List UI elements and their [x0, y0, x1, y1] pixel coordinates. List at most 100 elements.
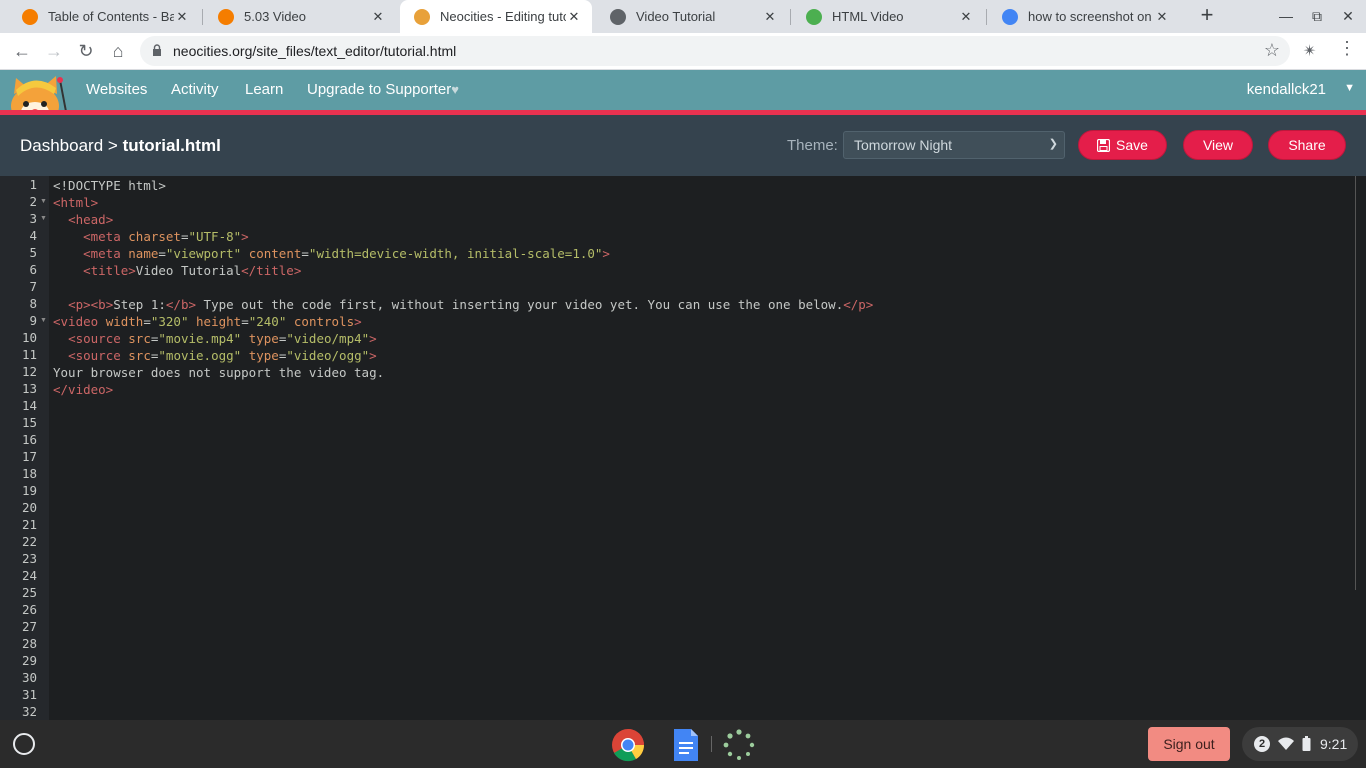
line-number: 31: [21, 687, 37, 702]
fold-arrow-icon[interactable]: ▼: [40, 215, 47, 222]
restore-icon[interactable]: ⧉: [1307, 6, 1327, 26]
heart-icon: ♥: [451, 82, 459, 97]
line-number: 16: [21, 432, 37, 447]
line-number: 22: [21, 534, 37, 549]
browser-tab-title: Table of Contents - Basic: [48, 9, 174, 24]
nav-upgrade[interactable]: Upgrade to Supporter♥: [307, 81, 459, 98]
close-window-icon[interactable]: ✕: [1338, 6, 1358, 26]
status-tray[interactable]: 2 9:21: [1242, 727, 1358, 761]
minimize-icon[interactable]: —: [1276, 6, 1296, 26]
code-token: "viewport": [165, 246, 242, 261]
forward-icon[interactable]: →: [42, 40, 66, 62]
breadcrumb-dashboard[interactable]: Dashboard: [20, 136, 103, 155]
line-number: 32: [21, 704, 37, 719]
tab-close-icon[interactable]: ✕: [762, 9, 778, 25]
browser-tab[interactable]: how to screenshot on ch✕: [988, 0, 1180, 33]
line-number: 9: [29, 313, 37, 328]
tab-close-icon[interactable]: ✕: [1154, 9, 1170, 25]
code-token: <head>: [68, 212, 114, 227]
browser-tab-title: Video Tutorial: [636, 9, 716, 24]
shelf-separator: [711, 736, 712, 752]
tab-close-icon[interactable]: ✕: [566, 9, 582, 25]
url-text: neocities.org/site_files/text_editor/tut…: [173, 43, 457, 59]
browser-tab-title: 5.03 Video: [244, 9, 306, 24]
save-disk-icon: [1097, 138, 1111, 152]
nav-websites[interactable]: Websites: [86, 81, 147, 98]
address-bar[interactable]: neocities.org/site_files/text_editor/tut…: [140, 36, 1290, 66]
nav-activity[interactable]: Activity: [171, 81, 219, 98]
browser-tab[interactable]: HTML Video ✕: [792, 0, 984, 33]
browser-tab[interactable]: 5.03 Video ✕: [204, 0, 396, 33]
line-number: 27: [21, 619, 37, 634]
caret-down-icon[interactable]: ▼: [1344, 82, 1355, 94]
line-number: 3: [29, 211, 37, 226]
line-number: 17: [21, 449, 37, 464]
chrome-app-icon[interactable]: [611, 728, 645, 762]
code-line: <meta charset="UTF-8">: [53, 228, 873, 245]
bookmark-star-icon[interactable]: ☆: [1264, 40, 1280, 61]
menu-kebab-icon[interactable]: ⋮: [1338, 38, 1356, 59]
chevron-down-icon: ❯: [1048, 138, 1058, 150]
google-docs-icon[interactable]: [669, 728, 703, 762]
sign-out-button[interactable]: Sign out: [1148, 727, 1230, 761]
tab-separator: [202, 9, 203, 25]
editor-scrollbar[interactable]: [1355, 176, 1366, 590]
reload-icon[interactable]: ↻: [74, 40, 98, 62]
code-line: <title>Video Tutorial</title>: [53, 262, 873, 279]
code-token: "movie.ogg": [158, 348, 242, 363]
tab-close-icon[interactable]: ✕: [370, 9, 386, 25]
tab-close-icon[interactable]: ✕: [174, 9, 190, 25]
loading-spinner-icon[interactable]: [722, 728, 756, 762]
line-number: 11: [21, 347, 37, 362]
code-line: <meta name="viewport" content="width=dev…: [53, 245, 873, 262]
new-tab-button[interactable]: +: [1196, 4, 1218, 28]
code-token: </b>: [165, 297, 197, 312]
code-token: Your browser does not support the video …: [53, 365, 385, 380]
share-button-label: Share: [1288, 137, 1326, 153]
code-token: </p>: [843, 297, 874, 312]
w3schools-icon: [806, 8, 822, 25]
line-number: 23: [21, 551, 37, 566]
save-button[interactable]: Save: [1078, 130, 1167, 160]
code-token: height: [196, 314, 242, 329]
share-button[interactable]: Share: [1268, 130, 1346, 160]
code-token: >: [354, 314, 362, 329]
fold-arrow-icon[interactable]: ▼: [40, 198, 47, 205]
user-menu[interactable]: kendallck21: [1247, 81, 1326, 98]
browser-tab[interactable]: Video Tutorial ✕: [596, 0, 788, 33]
theme-select-value: Tomorrow Night: [854, 137, 953, 153]
back-icon[interactable]: ←: [10, 40, 34, 62]
code-line: <head>: [53, 211, 873, 228]
fold-arrow-icon[interactable]: ▼: [40, 317, 47, 324]
launcher-icon[interactable]: [13, 733, 35, 755]
code-editor[interactable]: 1 2 ▼ 3 ▼ 4 5 6 7 8 9 ▼ 10 11 12 13 14 15 16 17 18 19 20 21 22 23…: [0, 176, 1366, 720]
tab-close-icon[interactable]: ✕: [958, 9, 974, 25]
theme-select[interactable]: Tomorrow Night ❯: [843, 131, 1065, 159]
code-text-area[interactable]: <!DOCTYPE html> <html> <head> <meta chars…: [53, 177, 873, 398]
code-line: Your browser does not support the video …: [53, 364, 873, 381]
code-token: "movie.mp4": [158, 331, 242, 346]
code-line: </video>: [53, 381, 873, 398]
browser-tab[interactable]: Table of Contents - Basic✕: [8, 0, 200, 33]
extensions-icon[interactable]: ✴: [1303, 41, 1316, 61]
code-token: >: [369, 331, 377, 346]
line-number: 6: [29, 262, 37, 277]
nav-learn[interactable]: Learn: [245, 81, 283, 98]
code-token: type: [248, 331, 279, 346]
line-number: 7: [29, 279, 37, 294]
line-number: 20: [21, 500, 37, 515]
code-token: </video>: [53, 382, 114, 397]
code-token: "video/mp4": [286, 331, 370, 346]
line-number: 21: [21, 517, 37, 532]
view-button[interactable]: View: [1183, 130, 1253, 160]
browser-tab[interactable]: Neocities - Editing tutorial✕: [400, 0, 592, 33]
code-token: <!DOCTYPE html>: [53, 178, 166, 193]
blogger-icon: [218, 8, 234, 25]
home-icon[interactable]: ⌂: [106, 40, 130, 62]
code-token: <meta: [83, 229, 129, 244]
